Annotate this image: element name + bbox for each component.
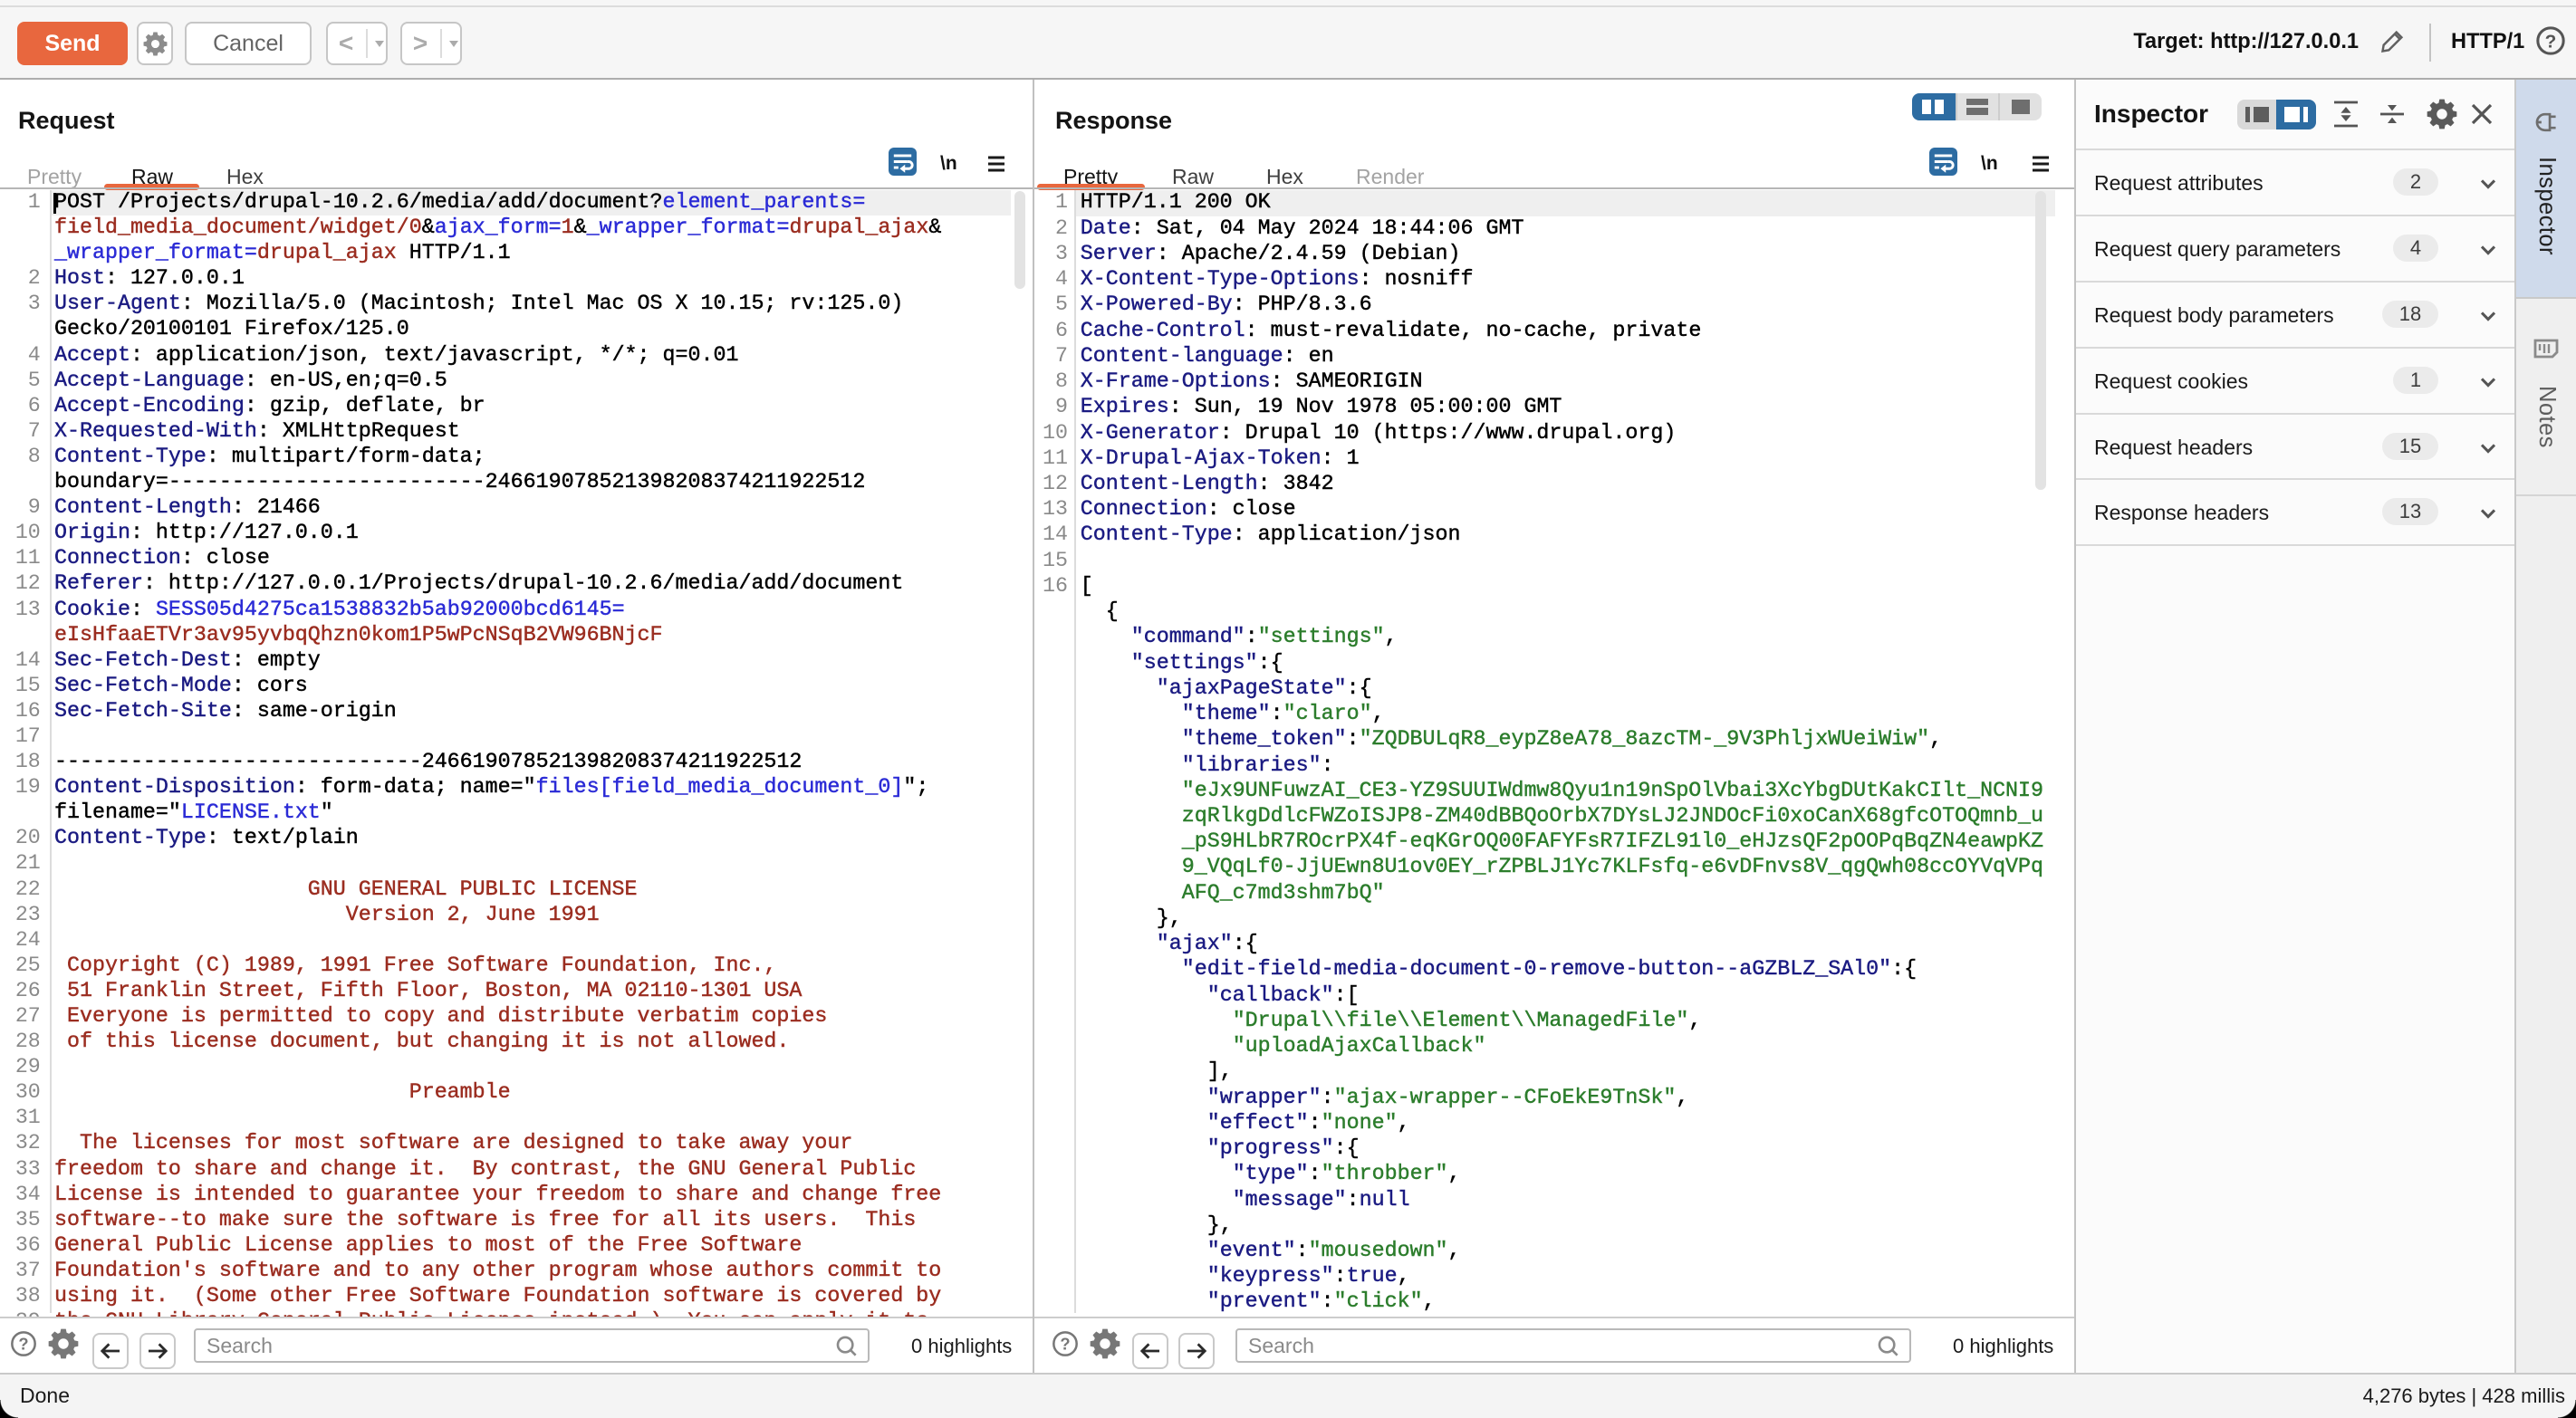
svg-text:?: ? xyxy=(1060,1335,1070,1354)
svg-text:?: ? xyxy=(2545,32,2557,53)
svg-text:?: ? xyxy=(18,1335,28,1354)
